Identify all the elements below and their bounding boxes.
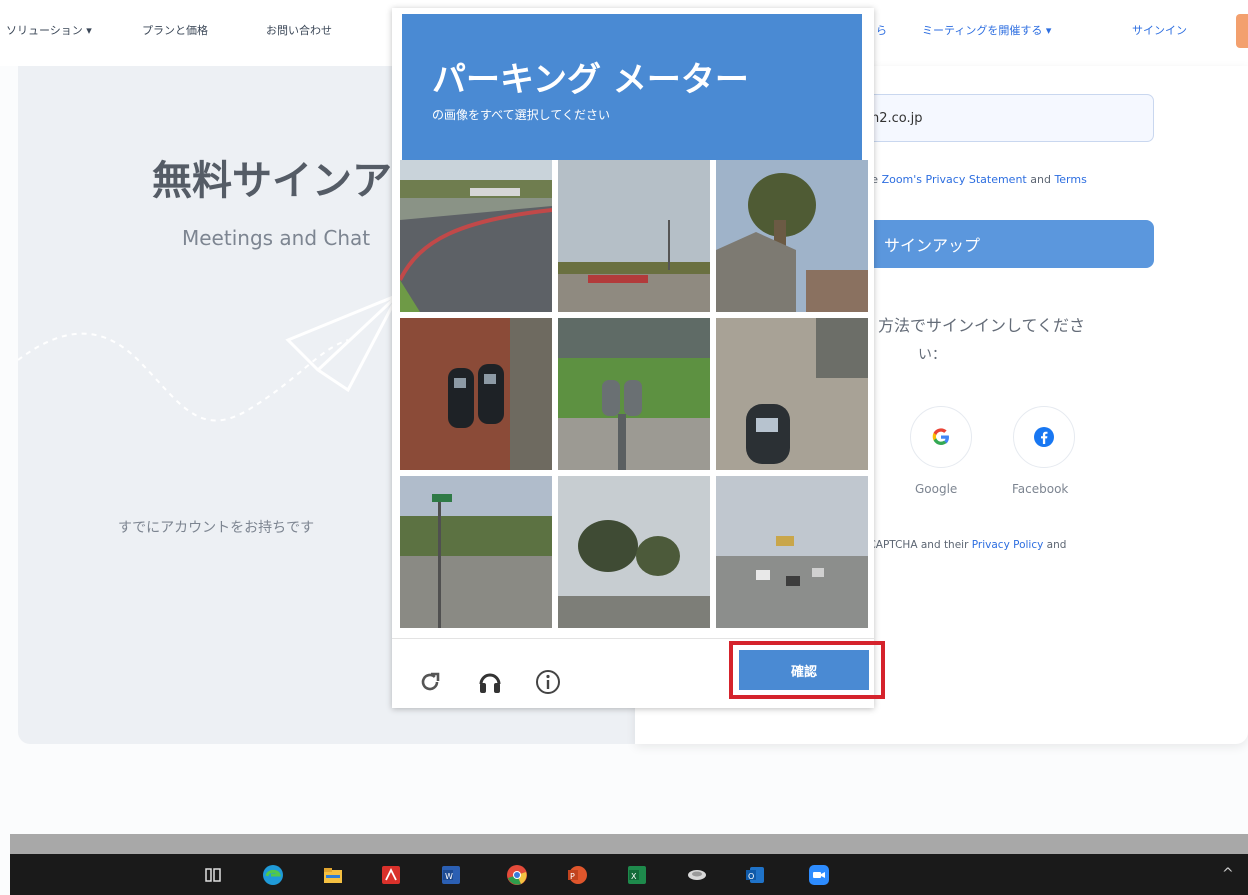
other-signin-text-2: い： bbox=[918, 347, 946, 363]
street-sign-photo bbox=[400, 476, 552, 628]
captcha-tile[interactable] bbox=[716, 476, 868, 628]
app-button[interactable] bbox=[686, 864, 708, 886]
captcha-divider bbox=[392, 638, 874, 639]
edge-icon bbox=[263, 865, 283, 885]
recaptcha-note: eCAPTCHA and their Privacy Policy and bbox=[862, 539, 1066, 551]
terms-mid: and bbox=[1030, 173, 1051, 186]
nav-signup-button-edge[interactable] bbox=[1236, 14, 1248, 48]
outlook-icon: O bbox=[746, 867, 764, 883]
captcha-tile[interactable] bbox=[558, 318, 710, 470]
parking-lot-photo bbox=[400, 160, 552, 312]
parking-meter-photo bbox=[400, 318, 552, 470]
refresh-icon bbox=[421, 672, 440, 691]
captcha-dialog: パーキング メーター の画像をすべて選択してください bbox=[392, 8, 874, 708]
privacy-policy-link[interactable]: Privacy Policy bbox=[972, 539, 1044, 551]
powerpoint-icon: P bbox=[568, 866, 587, 884]
help-button[interactable] bbox=[528, 662, 568, 702]
other-signin-text: 方法でサインインしてくださ bbox=[878, 316, 1086, 335]
svg-text:X: X bbox=[631, 872, 637, 881]
app-icon bbox=[688, 870, 706, 880]
terms-link[interactable]: Terms bbox=[1054, 173, 1086, 186]
task-view-icon bbox=[205, 868, 221, 882]
parking-meter-photo bbox=[558, 318, 710, 470]
recaptcha-suffix: and bbox=[1046, 539, 1067, 551]
facebook-icon bbox=[1034, 427, 1054, 447]
word-icon: W bbox=[442, 866, 460, 884]
nav-solutions[interactable]: ソリューション ▾ bbox=[6, 22, 92, 38]
svg-text:O: O bbox=[748, 872, 754, 881]
captcha-title: パーキング メーター bbox=[432, 60, 749, 100]
captcha-tile[interactable] bbox=[400, 318, 552, 470]
show-hidden-icons-caret[interactable]: ^ bbox=[1222, 866, 1234, 882]
excel-icon: X bbox=[628, 866, 646, 884]
refresh-button[interactable] bbox=[410, 662, 450, 702]
captcha-tile[interactable] bbox=[400, 160, 552, 312]
outlook-button[interactable]: O bbox=[744, 864, 766, 886]
task-view-button[interactable] bbox=[202, 864, 224, 886]
captcha-instruction: の画像をすべて選択してください bbox=[432, 108, 610, 122]
nav-contact[interactable]: お問い合わせ bbox=[266, 22, 332, 38]
file-explorer-icon bbox=[324, 868, 342, 883]
word-button[interactable]: W bbox=[440, 864, 462, 886]
nav-join-partial[interactable]: ら bbox=[876, 22, 887, 38]
highway-photo bbox=[716, 476, 868, 628]
captcha-header: パーキング メーター の画像をすべて選択してください bbox=[402, 14, 862, 160]
audio-challenge-button[interactable] bbox=[470, 662, 510, 702]
street-horizon-photo bbox=[558, 160, 710, 312]
zoom-button[interactable] bbox=[808, 864, 830, 886]
terms-text: the Zoom's Privacy Statement and Terms bbox=[860, 173, 1087, 186]
powerpoint-button[interactable]: P bbox=[566, 864, 588, 886]
headphones-icon bbox=[479, 673, 501, 693]
svg-text:P: P bbox=[570, 872, 575, 881]
facebook-signin-button[interactable] bbox=[1013, 406, 1075, 468]
info-icon bbox=[536, 670, 560, 694]
zoom-icon bbox=[809, 865, 829, 885]
excel-button[interactable]: X bbox=[626, 864, 648, 886]
file-explorer-button[interactable] bbox=[322, 864, 344, 886]
signup-title: 無料サインア bbox=[152, 158, 392, 204]
nav-host-meeting[interactable]: ミーティングを開催する ▾ bbox=[922, 22, 1051, 38]
svg-text:W: W bbox=[445, 872, 453, 881]
chrome-icon bbox=[507, 865, 527, 885]
google-signin-button[interactable] bbox=[910, 406, 972, 468]
chrome-button[interactable] bbox=[506, 864, 528, 886]
captcha-tile[interactable] bbox=[558, 476, 710, 628]
acrobat-button[interactable] bbox=[380, 864, 402, 886]
google-icon bbox=[932, 428, 949, 445]
captcha-tile[interactable] bbox=[716, 318, 868, 470]
verify-button[interactable]: 確認 bbox=[739, 650, 869, 690]
captcha-tile[interactable] bbox=[558, 160, 710, 312]
signup-subtitle: Meetings and Chat bbox=[182, 226, 371, 250]
acrobat-icon bbox=[382, 866, 400, 884]
nav-plans-pricing[interactable]: プランと価格 bbox=[142, 22, 208, 38]
google-label: Google bbox=[915, 482, 958, 496]
palm-street-photo bbox=[558, 476, 710, 628]
window-bottom-strip bbox=[10, 834, 1248, 854]
privacy-statement-link[interactable]: Zoom's Privacy Statement bbox=[882, 173, 1027, 186]
captcha-tile[interactable] bbox=[400, 476, 552, 628]
captcha-tile[interactable] bbox=[716, 160, 868, 312]
paper-plane-illustration bbox=[18, 293, 398, 422]
facebook-label: Facebook bbox=[1012, 482, 1069, 496]
palm-tree-photo bbox=[716, 160, 868, 312]
nav-sign-in[interactable]: サインイン bbox=[1132, 22, 1187, 38]
screen: ソリューション ▾ プランと価格 お問い合わせ ら ミーティングを開催する ▾ … bbox=[0, 0, 1248, 895]
edge-button[interactable] bbox=[262, 864, 284, 886]
already-have-account-text: すでにアカウントをお持ちです bbox=[118, 520, 315, 536]
parking-meter-photo bbox=[716, 318, 868, 470]
recaptcha-prefix: eCAPTCHA and their bbox=[862, 539, 969, 551]
